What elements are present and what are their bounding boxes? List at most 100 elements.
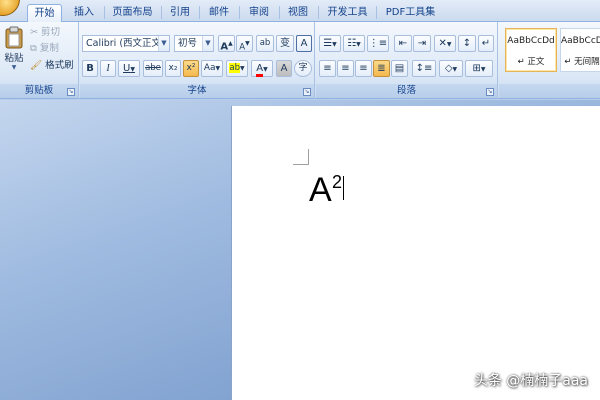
paste-button[interactable]: 粘贴 ▼ <box>2 25 26 75</box>
font-size-combobox[interactable]: 初号 ▼ <box>174 35 214 52</box>
align-left-button[interactable]: ≡ <box>319 60 336 77</box>
tab-page-layout[interactable]: 页面布局 <box>110 4 155 22</box>
dialog-launcher-icon[interactable]: ↘ <box>303 88 311 96</box>
phonetic-guide-icon: 变 <box>280 38 290 49</box>
style-no-spacing[interactable]: AaBbCcDd ↵ 无间隔 <box>560 28 600 72</box>
tab-home[interactable]: 开始 <box>27 4 62 22</box>
style-sample: AaBbCcDd <box>561 36 600 46</box>
tab-separator <box>318 6 319 19</box>
line-spacing-button[interactable]: ↕≡ <box>412 60 436 77</box>
superscript-button[interactable]: x² <box>183 60 199 77</box>
enclose-characters-button[interactable]: 字 <box>294 60 312 77</box>
distributed-icon: ▤ <box>394 63 405 74</box>
borders-button[interactable]: ⊞▼ <box>465 60 493 77</box>
document-base-text: A <box>309 171 332 209</box>
copy-icon: ⧉ <box>30 43 37 54</box>
font-name-value: Calibri (西文正文) <box>86 38 165 49</box>
chevron-down-icon: ▼ <box>202 36 213 51</box>
tab-separator <box>104 6 105 19</box>
style-sample: AaBbCcDd <box>507 36 555 46</box>
styles-group: AaBbCcDd ↵ 正文 AaBbCcDd ↵ 无间隔 <box>499 22 600 99</box>
show-marks-button[interactable]: ↵ <box>478 35 494 52</box>
copy-button[interactable]: ⧉ 复制 <box>30 41 59 57</box>
clipboard-group: 粘贴 ▼ ✂ 剪切 ⧉ 复制 🖌 格式刷 剪贴板 ↘ <box>0 22 79 99</box>
clear-formatting-button[interactable]: ab <box>256 35 274 52</box>
tab-references[interactable]: 引用 <box>167 4 193 22</box>
document-text[interactable]: A 2 <box>309 168 342 212</box>
subscript-button[interactable]: x₂ <box>165 60 181 77</box>
grow-font-button[interactable]: A▲ <box>218 35 235 52</box>
bullets-button[interactable]: ☰▼ <box>319 35 341 52</box>
increase-indent-button[interactable]: ⇥ <box>413 35 431 52</box>
bold-button[interactable]: B <box>82 60 98 77</box>
subscript-icon: x₂ <box>168 63 178 73</box>
chevron-down-icon: ▼ <box>158 36 169 51</box>
chinese-layout-icon: ✕ <box>438 38 447 49</box>
tab-view[interactable]: 视图 <box>285 4 311 22</box>
character-shading-button[interactable]: A <box>276 60 292 77</box>
font-group-label: 字体 <box>80 84 314 98</box>
character-border-button[interactable]: A <box>296 35 312 52</box>
style-normal[interactable]: AaBbCcDd ↵ 正文 <box>505 28 557 72</box>
font-name-combobox[interactable]: Calibri (西文正文) ▼ <box>82 35 170 52</box>
paragraph-mark-icon: ↵ <box>481 38 491 49</box>
strikethrough-icon: abe <box>145 63 161 73</box>
chinese-layout-button[interactable]: ✕▼ <box>434 35 456 52</box>
bullet-list-icon: ☰ <box>323 38 333 49</box>
document-page[interactable] <box>231 106 600 400</box>
watermark: 头条 @楠楠子aaa <box>473 373 588 389</box>
styles-group-label <box>499 84 600 98</box>
tab-insert[interactable]: 插入 <box>70 4 98 22</box>
cut-button[interactable]: ✂ 剪切 <box>30 25 60 41</box>
scissors-icon: ✂ <box>30 27 38 38</box>
shading-button[interactable]: ◇▼ <box>439 60 463 77</box>
clear-formatting-icon: ab <box>259 38 271 48</box>
font-color-button[interactable]: A▼ <box>251 60 273 77</box>
office-button[interactable] <box>0 0 20 16</box>
shrink-font-button[interactable]: A▼ <box>236 35 253 52</box>
tab-review[interactable]: 审阅 <box>246 4 272 22</box>
enclose-characters-icon: 字 <box>298 63 308 73</box>
align-left-icon: ≡ <box>323 63 332 74</box>
distributed-button[interactable]: ▤ <box>391 60 408 77</box>
multilevel-list-icon: ⋮≡ <box>368 38 388 49</box>
tab-separator <box>279 6 280 19</box>
paragraph-group-label: 段落 <box>316 84 497 98</box>
format-painter-button[interactable]: 🖌 格式刷 <box>30 58 74 74</box>
sort-icon: ↕ <box>462 38 472 49</box>
highlighter-icon: ab <box>229 63 240 73</box>
strikethrough-button[interactable]: abe <box>143 60 163 77</box>
format-painter-label: 格式刷 <box>45 60 74 71</box>
clipboard-icon <box>5 26 23 49</box>
tab-developer[interactable]: 开发工具 <box>325 4 370 22</box>
chevron-down-icon: ▼ <box>11 64 17 71</box>
italic-button[interactable]: I <box>100 60 116 77</box>
multilevel-list-button[interactable]: ⋮≡ <box>367 35 389 52</box>
justify-button[interactable]: ≣ <box>373 60 390 77</box>
change-case-button[interactable]: Aa▼ <box>201 60 223 77</box>
underline-button[interactable]: U▼ <box>118 60 140 77</box>
text-cursor <box>343 176 344 200</box>
decrease-indent-button[interactable]: ⇤ <box>394 35 412 52</box>
ribbon: 粘贴 ▼ ✂ 剪切 ⧉ 复制 🖌 格式刷 剪贴板 ↘ Calibri (西文正文… <box>0 22 600 99</box>
align-right-icon: ≡ <box>359 63 368 74</box>
sort-button[interactable]: ↕ <box>458 35 476 52</box>
align-right-button[interactable]: ≡ <box>355 60 372 77</box>
numbering-button[interactable]: ☷▼ <box>343 35 365 52</box>
text-highlight-button[interactable]: ab▼ <box>226 60 248 77</box>
ribbon-tab-bar: 开始 插入 页面布局 引用 邮件 审阅 视图 开发工具 PDF工具集 <box>0 0 600 22</box>
tab-pdf-tools[interactable]: PDF工具集 <box>383 4 438 22</box>
phonetic-guide-button[interactable]: 变 <box>276 35 294 52</box>
tab-mailings[interactable]: 邮件 <box>206 4 232 22</box>
font-group: Calibri (西文正文) ▼ 初号 ▼ A▲ A▼ ab 变 A B I U… <box>80 22 315 99</box>
align-center-button[interactable]: ≡ <box>337 60 354 77</box>
dialog-launcher-icon[interactable]: ↘ <box>486 88 494 96</box>
justify-icon: ≣ <box>377 63 386 74</box>
bold-icon: B <box>86 63 94 74</box>
copy-label: 复制 <box>39 43 59 54</box>
dialog-launcher-icon[interactable]: ↘ <box>67 88 75 96</box>
page-margin-marker <box>293 149 309 165</box>
decrease-indent-icon: ⇤ <box>398 38 408 49</box>
character-shading-icon: A <box>280 63 288 74</box>
paragraph-group: ☰▼ ☷▼ ⋮≡ ⇤ ⇥ ✕▼ ↕ ↵ ≡ ≡ ≡ ≣ ▤ ↕≡ ◇▼ ⊞▼ 段… <box>316 22 498 99</box>
